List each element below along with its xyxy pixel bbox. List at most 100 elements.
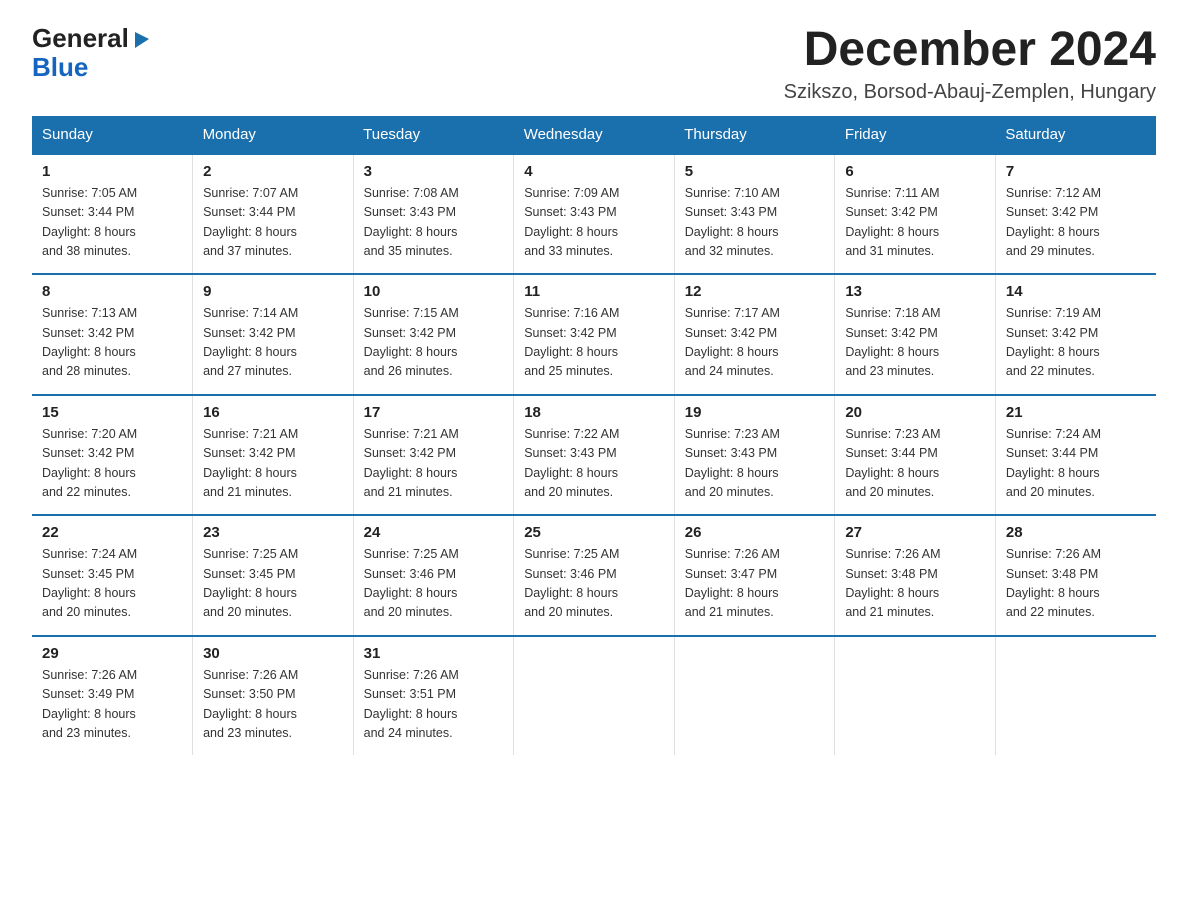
calendar-title: December 2024 (784, 24, 1156, 77)
calendar-day-cell: 2Sunrise: 7:07 AMSunset: 3:44 PMDaylight… (193, 154, 354, 275)
day-number: 12 (685, 283, 825, 300)
calendar-week-row: 1 Sunrise: 7:05 AMSunset: 3:44 PMDaylight… (32, 154, 1156, 275)
calendar-day-cell: 20 Sunrise: 7:23 AMSunset: 3:44 PMDayligh… (835, 395, 996, 516)
calendar-day-cell: 3Sunrise: 7:08 AMSunset: 3:43 PMDaylight… (353, 154, 514, 275)
calendar-day-cell: 4 Sunrise: 7:09 AMSunset: 3:43 PMDaylight… (514, 154, 675, 275)
day-info: Sunrise: 7:05 AMSunset: 3:44 PMDaylight:… (42, 184, 182, 262)
day-info: Sunrise: 7:19 AMSunset: 3:42 PMDaylight:… (1006, 304, 1146, 382)
calendar-week-row: 8 Sunrise: 7:13 AMSunset: 3:42 PMDaylight… (32, 274, 1156, 395)
calendar-day-cell: 13 Sunrise: 7:18 AMSunset: 3:42 PMDayligh… (835, 274, 996, 395)
calendar-day-cell: 27Sunrise: 7:26 AMSunset: 3:48 PMDayligh… (835, 515, 996, 636)
day-info: Sunrise: 7:14 AMSunset: 3:42 PMDaylight:… (203, 304, 343, 382)
day-number: 7 (1006, 163, 1146, 180)
calendar-week-row: 22 Sunrise: 7:24 AMSunset: 3:45 PMDayligh… (32, 515, 1156, 636)
calendar-day-cell: 24Sunrise: 7:25 AMSunset: 3:46 PMDayligh… (353, 515, 514, 636)
calendar-day-cell: 16 Sunrise: 7:21 AMSunset: 3:42 PMDayligh… (193, 395, 354, 516)
day-number: 28 (1006, 524, 1146, 541)
day-number: 14 (1006, 283, 1146, 300)
day-info: Sunrise: 7:18 AMSunset: 3:42 PMDaylight:… (845, 304, 985, 382)
day-info: Sunrise: 7:24 AMSunset: 3:44 PMDaylight:… (1006, 425, 1146, 503)
calendar-day-cell: 11Sunrise: 7:16 AMSunset: 3:42 PMDayligh… (514, 274, 675, 395)
day-number: 15 (42, 404, 182, 421)
day-info: Sunrise: 7:12 AMSunset: 3:42 PMDaylight:… (1006, 184, 1146, 262)
calendar-day-cell: 29 Sunrise: 7:26 AMSunset: 3:49 PMDayligh… (32, 636, 193, 756)
day-info: Sunrise: 7:09 AMSunset: 3:43 PMDaylight:… (524, 184, 664, 262)
day-number: 17 (364, 404, 504, 421)
logo-triangle-icon (131, 28, 153, 50)
empty-cell (835, 636, 996, 756)
day-number: 27 (845, 524, 985, 541)
day-number: 23 (203, 524, 343, 541)
day-number: 31 (364, 645, 504, 662)
calendar-week-row: 29 Sunrise: 7:26 AMSunset: 3:49 PMDayligh… (32, 636, 1156, 756)
day-info: Sunrise: 7:20 AMSunset: 3:42 PMDaylight:… (42, 425, 182, 503)
day-info: Sunrise: 7:23 AMSunset: 3:44 PMDaylight:… (845, 425, 985, 503)
calendar-day-cell: 15 Sunrise: 7:20 AMSunset: 3:42 PMDayligh… (32, 395, 193, 516)
day-info: Sunrise: 7:10 AMSunset: 3:43 PMDaylight:… (685, 184, 825, 262)
weekday-header-sunday: Sunday (32, 116, 193, 154)
day-number: 18 (524, 404, 664, 421)
calendar-day-cell: 31 Sunrise: 7:26 AMSunset: 3:51 PMDayligh… (353, 636, 514, 756)
day-info: Sunrise: 7:25 AMSunset: 3:45 PMDaylight:… (203, 545, 343, 623)
day-info: Sunrise: 7:13 AMSunset: 3:42 PMDaylight:… (42, 304, 182, 382)
calendar-subtitle: Szikszo, Borsod-Abauj-Zemplen, Hungary (784, 81, 1156, 104)
weekday-header-row: SundayMondayTuesdayWednesdayThursdayFrid… (32, 116, 1156, 154)
calendar-day-cell: 5Sunrise: 7:10 AMSunset: 3:43 PMDaylight… (674, 154, 835, 275)
calendar-day-cell: 14 Sunrise: 7:19 AMSunset: 3:42 PMDayligh… (995, 274, 1156, 395)
weekday-header-saturday: Saturday (995, 116, 1156, 154)
day-number: 10 (364, 283, 504, 300)
day-info: Sunrise: 7:22 AMSunset: 3:43 PMDaylight:… (524, 425, 664, 503)
day-number: 6 (845, 163, 985, 180)
day-info: Sunrise: 7:24 AMSunset: 3:45 PMDaylight:… (42, 545, 182, 623)
day-number: 29 (42, 645, 182, 662)
calendar-day-cell: 22 Sunrise: 7:24 AMSunset: 3:45 PMDayligh… (32, 515, 193, 636)
day-info: Sunrise: 7:16 AMSunset: 3:42 PMDaylight:… (524, 304, 664, 382)
calendar-day-cell: 1 Sunrise: 7:05 AMSunset: 3:44 PMDaylight… (32, 154, 193, 275)
day-number: 4 (524, 163, 664, 180)
day-number: 1 (42, 163, 182, 180)
calendar-day-cell: 17 Sunrise: 7:21 AMSunset: 3:42 PMDayligh… (353, 395, 514, 516)
day-info: Sunrise: 7:26 AMSunset: 3:51 PMDaylight:… (364, 666, 504, 744)
day-number: 26 (685, 524, 825, 541)
calendar-day-cell: 26Sunrise: 7:26 AMSunset: 3:47 PMDayligh… (674, 515, 835, 636)
day-info: Sunrise: 7:23 AMSunset: 3:43 PMDaylight:… (685, 425, 825, 503)
calendar-day-cell: 25 Sunrise: 7:25 AMSunset: 3:46 PMDayligh… (514, 515, 675, 636)
day-info: Sunrise: 7:21 AMSunset: 3:42 PMDaylight:… (203, 425, 343, 503)
day-number: 8 (42, 283, 182, 300)
day-info: Sunrise: 7:26 AMSunset: 3:50 PMDaylight:… (203, 666, 343, 744)
calendar-day-cell: 28 Sunrise: 7:26 AMSunset: 3:48 PMDayligh… (995, 515, 1156, 636)
day-info: Sunrise: 7:26 AMSunset: 3:49 PMDaylight:… (42, 666, 182, 744)
day-info: Sunrise: 7:08 AMSunset: 3:43 PMDaylight:… (364, 184, 504, 262)
calendar-day-cell: 12Sunrise: 7:17 AMSunset: 3:42 PMDayligh… (674, 274, 835, 395)
calendar-day-cell: 30 Sunrise: 7:26 AMSunset: 3:50 PMDayligh… (193, 636, 354, 756)
calendar-day-cell: 10 Sunrise: 7:15 AMSunset: 3:42 PMDayligh… (353, 274, 514, 395)
calendar-table: SundayMondayTuesdayWednesdayThursdayFrid… (32, 116, 1156, 756)
calendar-week-row: 15 Sunrise: 7:20 AMSunset: 3:42 PMDayligh… (32, 395, 1156, 516)
calendar-day-cell: 21Sunrise: 7:24 AMSunset: 3:44 PMDayligh… (995, 395, 1156, 516)
empty-cell (995, 636, 1156, 756)
day-number: 30 (203, 645, 343, 662)
day-number: 2 (203, 163, 343, 180)
day-info: Sunrise: 7:15 AMSunset: 3:42 PMDaylight:… (364, 304, 504, 382)
title-block: December 2024 Szikszo, Borsod-Abauj-Zemp… (784, 24, 1156, 104)
day-number: 9 (203, 283, 343, 300)
calendar-day-cell: 8 Sunrise: 7:13 AMSunset: 3:42 PMDaylight… (32, 274, 193, 395)
day-number: 22 (42, 524, 182, 541)
weekday-header-thursday: Thursday (674, 116, 835, 154)
day-info: Sunrise: 7:26 AMSunset: 3:48 PMDaylight:… (1006, 545, 1146, 623)
day-info: Sunrise: 7:25 AMSunset: 3:46 PMDaylight:… (524, 545, 664, 623)
calendar-day-cell: 6Sunrise: 7:11 AMSunset: 3:42 PMDaylight… (835, 154, 996, 275)
day-number: 13 (845, 283, 985, 300)
day-number: 16 (203, 404, 343, 421)
weekday-header-monday: Monday (193, 116, 354, 154)
weekday-header-wednesday: Wednesday (514, 116, 675, 154)
weekday-header-friday: Friday (835, 116, 996, 154)
day-info: Sunrise: 7:21 AMSunset: 3:42 PMDaylight:… (364, 425, 504, 503)
empty-cell (514, 636, 675, 756)
calendar-day-cell: 9 Sunrise: 7:14 AMSunset: 3:42 PMDaylight… (193, 274, 354, 395)
logo: General Blue (32, 24, 153, 81)
day-number: 25 (524, 524, 664, 541)
day-number: 20 (845, 404, 985, 421)
weekday-header-tuesday: Tuesday (353, 116, 514, 154)
logo-general: General (32, 24, 129, 53)
